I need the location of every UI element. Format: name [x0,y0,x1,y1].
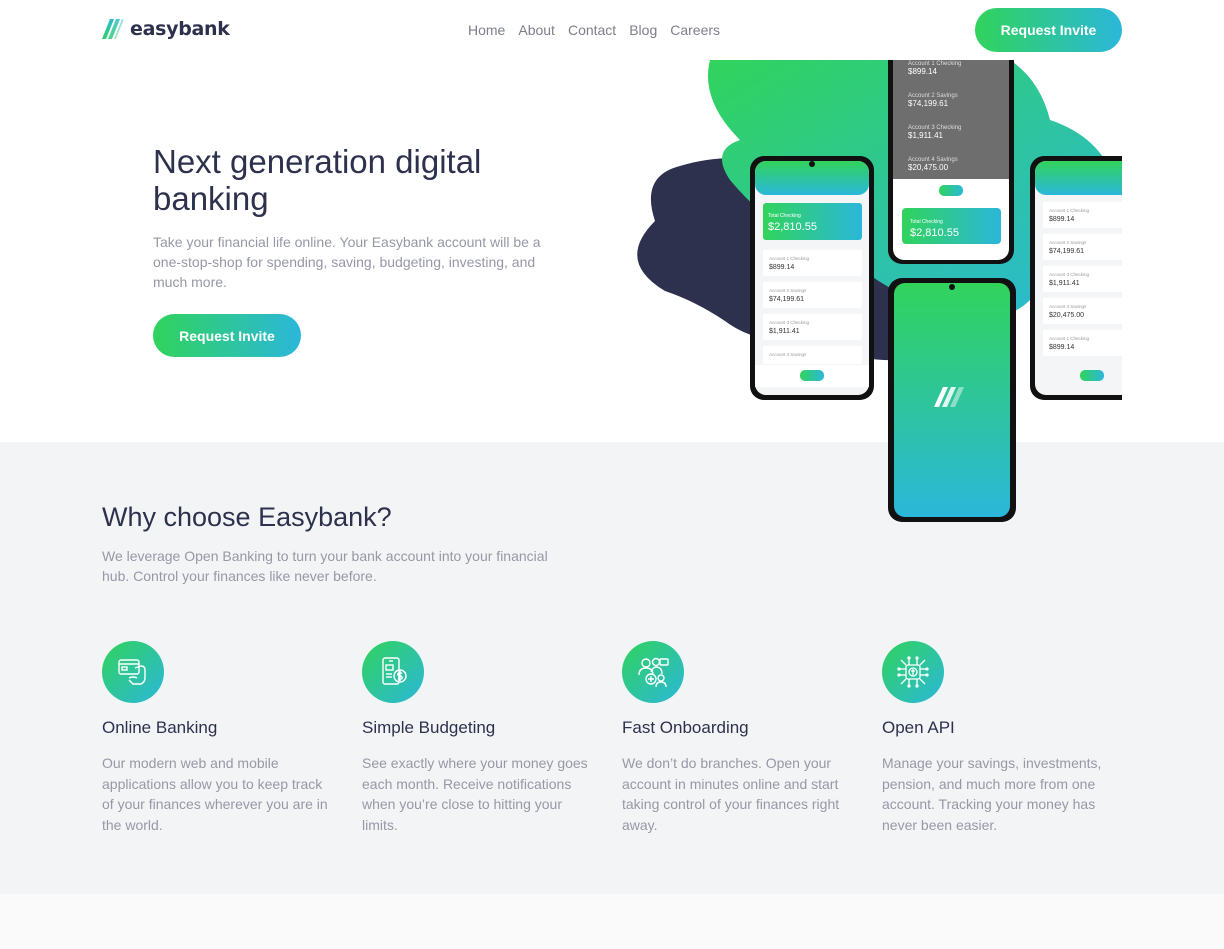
svg-text:Account 1 Checking: Account 1 Checking [769,256,810,261]
hero-request-invite-button[interactable]: Request Invite [153,314,301,357]
feature-online-banking: Online Banking Our modern web and mobile… [102,641,334,835]
features-title: Why choose Easybank? [102,502,392,532]
svg-text:$74,199.61: $74,199.61 [769,296,804,303]
svg-text:$899.14: $899.14 [769,264,794,271]
svg-text:Total Checking: Total Checking [910,219,943,225]
feature-simple-budgeting: Simple Budgeting See exactly where your … [362,641,594,835]
svg-text:Account 3 Checking: Account 3 Checking [1049,272,1090,277]
svg-text:$2,810.55: $2,810.55 [768,221,817,233]
feature-title: Online Banking [102,718,218,737]
svg-text:$74,199.61: $74,199.61 [908,99,949,108]
svg-text:Account 2 Savings: Account 2 Savings [769,288,807,293]
feature-title: Fast Onboarding [622,718,749,737]
feature-fast-onboarding: Fast Onboarding We don’t do branches. Op… [622,641,854,835]
feature-description: See exactly where your money goes each m… [362,755,588,833]
feature-open-api: Open API Manage your savings, investment… [882,641,1114,835]
svg-text:Account 2 Savings: Account 2 Savings [1049,240,1087,245]
nav-careers[interactable]: Careers [670,22,720,38]
nav-about[interactable]: About [518,22,555,38]
svg-text:$899.14: $899.14 [1049,216,1074,223]
feature-title: Simple Budgeting [362,718,496,737]
svg-text:Total Checking: Total Checking [768,213,801,219]
svg-text:$1,911.41: $1,911.41 [908,131,944,140]
svg-text:$1,911.41: $1,911.41 [1049,280,1080,287]
online-banking-icon [102,641,164,703]
svg-text:Account 4 Savings: Account 4 Savings [1049,304,1087,309]
nav-home[interactable]: Home [468,22,505,38]
phone-left: Total Checking $2,810.55 Account 1 Check… [750,156,874,400]
feature-title: Open API [882,718,955,737]
hero-title: Next generation digital banking [153,143,482,217]
svg-text:$20,475.00: $20,475.00 [908,163,949,172]
svg-text:$20,475.00: $20,475.00 [1049,312,1084,319]
svg-text:Account 1 Checking: Account 1 Checking [1049,336,1090,341]
phone-top: Account 1 Checking $899.14 Account 2 Sav… [888,60,1014,264]
api-icon [882,641,944,703]
phone-right: Account 1 Checking $899.14 Account 2 Sav… [1030,156,1122,400]
nav-blog[interactable]: Blog [629,22,657,38]
header-request-invite-button[interactable]: Request Invite [975,8,1122,52]
hero-description: Take your financial life online. Your Ea… [153,234,541,290]
phone-center-splash [888,278,1016,522]
svg-text:$74,199.61: $74,199.61 [1049,248,1084,255]
feature-description: Manage your savings, investments, pensio… [882,755,1102,833]
svg-text:Account 4 Savings: Account 4 Savings [769,352,807,357]
svg-text:Account 1 Checking: Account 1 Checking [1049,208,1090,213]
svg-text:$2,810.55: $2,810.55 [910,227,959,239]
main-nav: Home About Contact Blog Careers [468,22,720,38]
svg-text:$899.14: $899.14 [1049,344,1074,351]
logo-text: easybank [130,18,230,40]
feature-description: Our modern web and mobile applications a… [102,755,328,833]
nav-contact[interactable]: Contact [568,22,616,38]
hero-mockup-illustration: Account 1 Checking $899.14 Account 2 Sav… [630,60,1122,530]
logo[interactable]: easybank [102,18,230,40]
svg-text:$1,911.41: $1,911.41 [769,328,800,335]
svg-text:Account 3 Checking: Account 3 Checking [769,320,810,325]
onboarding-icon [622,641,684,703]
feature-description: We don’t do branches. Open your account … [622,755,840,833]
next-section-band [0,894,1224,949]
phones-mockup-image: Account 1 Checking $899.14 Account 2 Sav… [637,60,1122,522]
budgeting-icon [362,641,424,703]
logo-mark-icon [102,19,124,39]
features-description: We leverage Open Banking to turn your ba… [102,548,548,584]
svg-text:$899.14: $899.14 [908,67,937,76]
site-header: easybank Home About Contact Blog Careers… [0,0,1224,60]
